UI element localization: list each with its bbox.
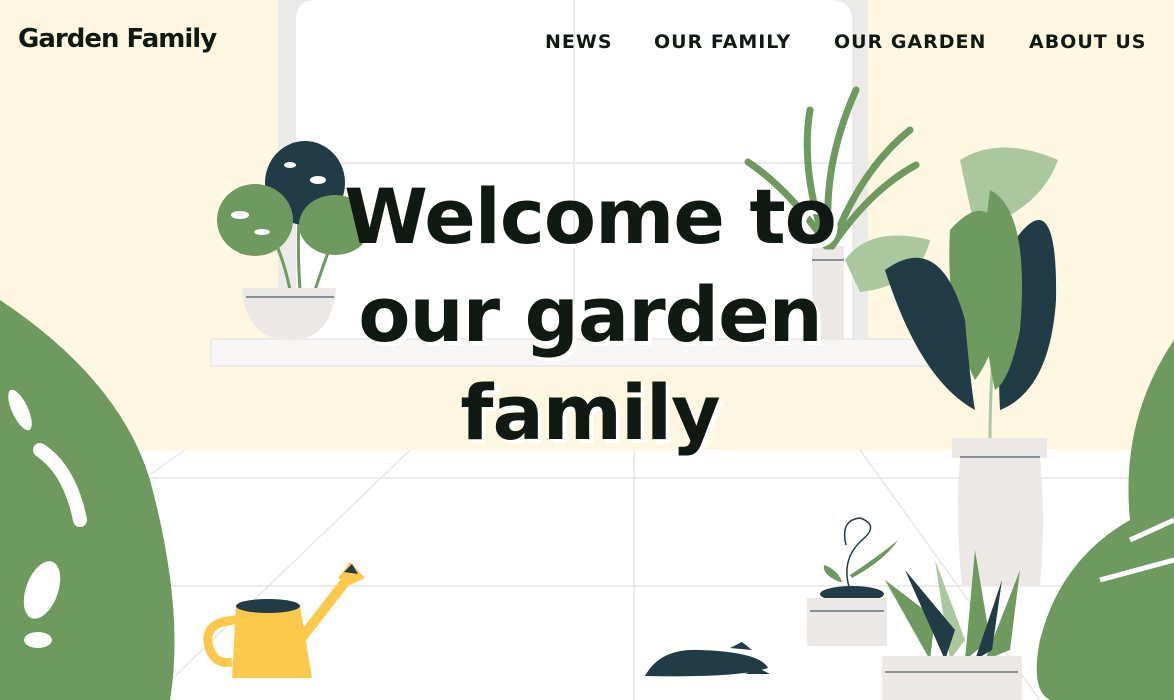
nav-link-our-garden[interactable]: OUR GARDEN (834, 31, 986, 53)
main-nav: NEWS OUR FAMILY OUR GARDEN ABOUT US (0, 31, 1174, 55)
hero-heading: Welcome to our garden family (290, 168, 890, 462)
nav-link-our-family[interactable]: OUR FAMILY (654, 31, 791, 53)
hero-line-3: family (460, 368, 720, 457)
hero-line-2: our garden (358, 270, 822, 359)
nav-link-about-us[interactable]: ABOUT US (1029, 31, 1146, 53)
hero-line-1: Welcome to (344, 172, 837, 261)
nav-link-news[interactable]: NEWS (545, 31, 613, 53)
